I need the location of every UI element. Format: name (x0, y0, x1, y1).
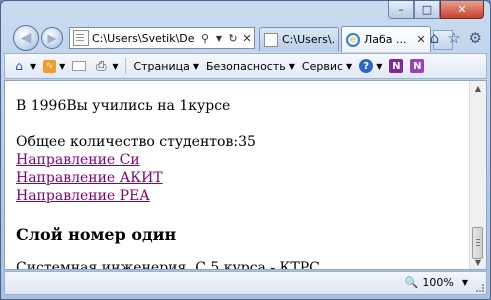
search-icon[interactable]: ⚲ (198, 32, 212, 45)
stop-icon[interactable]: ✕ (240, 32, 254, 45)
section-paragraph: Системная инженерия. С 5 курса - КТРС. (16, 260, 325, 270)
link-direction-akit[interactable]: Направление АКИТ (16, 169, 456, 187)
chevron-down-icon: ▼ (288, 61, 295, 71)
onenote-icon: N (389, 59, 404, 73)
close-window-button[interactable]: ✕ (440, 1, 484, 19)
rss-icon: ∿ (43, 59, 57, 73)
vertical-scrollbar[interactable]: ▲ ▼ (469, 81, 486, 269)
printer-icon: ⎙ (96, 58, 107, 74)
print-button[interactable]: ⎙ ▼ (93, 58, 119, 74)
zoom-control[interactable]: 🔍 100% ▼ (405, 276, 468, 289)
address-url[interactable]: C:\Users\Svetik\De (92, 32, 198, 45)
zoom-level: 100% (422, 276, 454, 289)
mail-button[interactable] (72, 61, 87, 71)
resize-grip[interactable] (476, 284, 484, 292)
onenote-button[interactable]: N (389, 59, 404, 73)
chevron-down-icon: ▼ (112, 61, 119, 71)
student-count: Общее количество студентов:35 (16, 134, 256, 150)
chevron-down-icon: ▼ (461, 278, 468, 287)
tab-file[interactable]: C:\Users\... (259, 27, 339, 51)
page-menu-label: Страница (133, 59, 190, 73)
chevron-down-icon: ▼ (376, 61, 383, 71)
page-icon (264, 32, 278, 47)
home-button[interactable]: ⌂ ▼ (11, 59, 36, 73)
favorites-star-icon[interactable]: ☆ (447, 29, 460, 47)
close-tab-icon[interactable]: ✕ (416, 33, 426, 46)
course-line: В 1996Вы учились на 1курсе (16, 98, 231, 114)
page-icon (73, 30, 89, 46)
home-icon[interactable]: ⌂ (430, 29, 440, 47)
gear-icon[interactable]: ⚙ (469, 29, 482, 47)
scroll-up-icon[interactable]: ▲ (470, 81, 486, 95)
minimize-button[interactable]: – (388, 1, 414, 19)
service-menu-label: Сервис (301, 59, 344, 73)
window-controls: – □ ✕ (388, 1, 484, 19)
address-bar[interactable]: C:\Users\Svetik\De ⚲ ▼ ↻ ✕ (69, 27, 255, 49)
tab-laba[interactable]: e Лаба ... ✕ (341, 26, 431, 52)
help-button[interactable]: ? ▼ (359, 59, 382, 73)
browser-window: – □ ✕ ◀ ▶ C:\Users\Svetik\De ⚲ ▼ ↻ ✕ C:\… (0, 0, 491, 300)
security-menu[interactable]: Безопасность ▼ (206, 60, 295, 73)
back-button[interactable]: ◀ (13, 25, 39, 51)
link-direction-rea[interactable]: Направление РЕА (16, 187, 456, 205)
help-icon: ? (359, 59, 374, 73)
chevron-down-icon: ▼ (346, 61, 353, 71)
onenote-send-button[interactable]: N (410, 59, 425, 73)
feeds-button[interactable]: ∿ ▼ (43, 59, 66, 73)
navigation-bar: ◀ ▶ C:\Users\Svetik\De ⚲ ▼ ↻ ✕ C:\Users\… (1, 23, 490, 53)
document: В 1996Вы учились на 1курсе Общее количес… (16, 97, 456, 270)
status-bar: 🔍 100% ▼ (4, 271, 487, 295)
home-icon: ⌂ (15, 59, 23, 73)
dropdown-arrow-icon[interactable]: ▼ (212, 34, 226, 43)
command-bar: ⌂ ▼ ∿ ▼ ⎙ ▼ Страница ▼ Безопасность ▼ Сервис ▼… (4, 53, 487, 79)
onenote-send-icon: N (410, 59, 425, 73)
mail-icon (72, 61, 87, 71)
forward-arrow-icon: ▶ (47, 31, 57, 45)
chevron-down-icon: ▼ (59, 61, 66, 71)
service-menu[interactable]: Сервис ▼ (302, 60, 352, 73)
page-menu[interactable]: Страница ▼ (133, 60, 199, 73)
forward-button[interactable]: ▶ (41, 27, 63, 49)
chevron-down-icon: ▼ (192, 61, 200, 71)
page-content: В 1996Вы учились на 1курсе Общее количес… (4, 80, 487, 270)
magnifier-icon: 🔍 (404, 276, 419, 289)
maximize-button[interactable]: □ (414, 1, 440, 19)
back-arrow-icon: ◀ (20, 30, 32, 46)
refresh-icon[interactable]: ↻ (226, 32, 240, 45)
scroll-down-icon[interactable]: ▼ (470, 255, 486, 269)
tab-label: Лаба ... (364, 33, 407, 46)
tab-label: C:\Users\... (282, 33, 334, 46)
section-heading: Слой номер один (16, 225, 177, 244)
divider (125, 58, 127, 74)
chevron-down-icon: ▼ (30, 61, 37, 71)
right-nav-icons: ⌂ ☆ ⚙ (430, 29, 482, 47)
ie-icon: e (346, 32, 360, 47)
security-menu-label: Безопасность (206, 59, 286, 73)
link-direction-si[interactable]: Направление Си (16, 151, 456, 169)
